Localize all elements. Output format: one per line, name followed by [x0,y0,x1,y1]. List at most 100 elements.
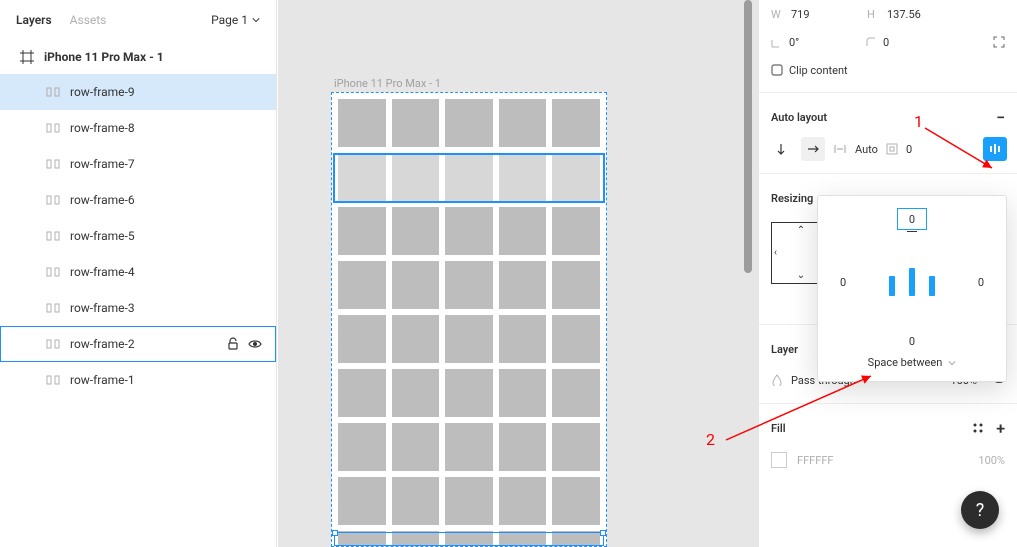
canvas-grid-row[interactable] [338,423,600,471]
canvas-grid-cell[interactable] [392,315,440,363]
canvas-grid-cell[interactable] [499,477,547,525]
layer-row[interactable]: row-frame-3 [0,290,276,326]
canvas-grid-row[interactable] [338,477,600,525]
spacing-input[interactable]: Auto [855,143,878,156]
canvas-grid-cell[interactable] [445,153,493,201]
fill-swatch[interactable] [771,452,787,468]
padding-left-input[interactable]: 0 [840,276,846,289]
height-input[interactable]: 137.56 [887,8,957,21]
independent-corners-icon[interactable] [993,36,1005,48]
canvas-grid-cell[interactable] [338,477,386,525]
panel-scrollbar[interactable] [744,0,752,273]
canvas-grid-cell[interactable] [552,423,600,471]
padding-input[interactable]: 0 [906,143,912,156]
help-button[interactable]: ? [961,491,999,529]
canvas-grid-cell[interactable] [338,153,386,201]
canvas-frame[interactable] [331,92,607,547]
canvas-grid-cell[interactable] [552,315,600,363]
clip-row[interactable]: Clip content [759,56,1017,84]
direction-horizontal-button[interactable] [801,137,825,161]
layer-row[interactable]: row-frame-5 [0,218,276,254]
layer-row[interactable]: row-frame-9 [0,74,276,110]
styles-icon[interactable] [972,422,984,434]
canvas-grid-cell[interactable] [392,369,440,417]
canvas-grid-cell[interactable] [552,369,600,417]
canvas-frame-label[interactable]: iPhone 11 Pro Max - 1 [334,77,441,90]
canvas-grid-cell[interactable] [445,369,493,417]
tab-assets[interactable]: Assets [70,13,107,27]
canvas-grid-cell[interactable] [392,261,440,309]
layer-row[interactable]: row-frame-4 [0,254,276,290]
canvas-grid-cell[interactable] [392,423,440,471]
canvas-grid-cell[interactable] [445,477,493,525]
unlock-icon[interactable] [226,337,240,351]
canvas-grid-cell[interactable] [552,531,600,547]
canvas-grid-cell[interactable] [499,423,547,471]
canvas-grid-cell[interactable] [445,99,493,147]
canvas-grid-cell[interactable] [392,99,440,147]
canvas-grid-cell[interactable] [392,153,440,201]
layer-label: row-frame-1 [70,373,135,387]
padding-right-input[interactable]: 0 [978,276,984,289]
canvas-grid-row[interactable] [338,315,600,363]
page-selector[interactable]: Page 1 [211,13,260,27]
canvas-grid-cell[interactable] [338,369,386,417]
canvas-grid-cell[interactable] [338,423,386,471]
canvas-grid-cell[interactable] [338,261,386,309]
alignment-padding-button[interactable] [983,137,1007,161]
autolayout-horizontal-icon [46,375,60,385]
spacing-mode-select[interactable]: Space between [826,356,998,369]
canvas-grid-cell[interactable] [392,477,440,525]
canvas-grid-cell[interactable] [499,153,547,201]
canvas-grid-cell[interactable] [552,477,600,525]
canvas-grid-row[interactable] [338,99,600,147]
layer-row[interactable]: row-frame-6 [0,182,276,218]
layer-row[interactable]: row-frame-8 [0,110,276,146]
canvas-grid-cell[interactable] [499,261,547,309]
canvas-grid-cell[interactable] [499,315,547,363]
canvas-grid-cell[interactable] [445,423,493,471]
canvas-grid-cell[interactable] [552,153,600,201]
canvas-grid-cell[interactable] [499,369,547,417]
canvas-grid-cell[interactable] [499,99,547,147]
canvas-grid-cell[interactable] [445,207,493,255]
canvas-grid-cell[interactable] [552,261,600,309]
tab-layers[interactable]: Layers [16,13,52,27]
remove-autolayout-button[interactable]: − [996,108,1005,127]
canvas-grid-cell[interactable] [552,207,600,255]
direction-vertical-button[interactable] [769,137,793,161]
fill-opacity-input[interactable]: 100% [978,454,1005,467]
canvas-grid-cell[interactable] [499,207,547,255]
add-fill-button[interactable]: + [996,419,1005,438]
canvas-grid-cell[interactable] [445,531,493,547]
canvas-grid-row[interactable] [338,531,600,547]
fill-hex-input[interactable]: FFFFFF [797,454,833,467]
layer-row[interactable]: row-frame-2 [0,326,276,362]
canvas-grid-cell[interactable] [499,531,547,547]
canvas-grid-cell[interactable] [392,207,440,255]
eye-icon[interactable] [248,337,262,351]
canvas[interactable]: iPhone 11 Pro Max - 1 [278,0,758,547]
canvas-grid-cell[interactable] [338,99,386,147]
canvas-grid-cell[interactable] [338,207,386,255]
canvas-grid-row[interactable] [338,207,600,255]
layer-row[interactable]: row-frame-1 [0,362,276,398]
layer-frame-root[interactable]: iPhone 11 Pro Max - 1 [0,40,276,74]
canvas-grid-cell[interactable] [338,531,386,547]
padding-top-input[interactable]: 0 [897,208,927,230]
checkbox-empty-icon[interactable] [771,64,783,76]
canvas-grid-cell[interactable] [392,531,440,547]
width-input[interactable]: 719 [791,8,861,21]
padding-bottom-input[interactable]: 0 [909,335,915,348]
canvas-grid-cell[interactable] [338,315,386,363]
canvas-grid-cell[interactable] [445,261,493,309]
canvas-grid-cell[interactable] [552,99,600,147]
layer-row[interactable]: row-frame-7 [0,146,276,182]
canvas-grid-row[interactable] [338,369,600,417]
canvas-grid-row[interactable] [338,261,600,309]
canvas-grid-cell[interactable] [445,315,493,363]
radius-input[interactable]: 0 [883,36,953,49]
rotation-input[interactable]: 0° [789,36,859,49]
canvas-grid-row[interactable] [338,153,600,201]
alignment-preview-icon[interactable] [889,268,935,296]
